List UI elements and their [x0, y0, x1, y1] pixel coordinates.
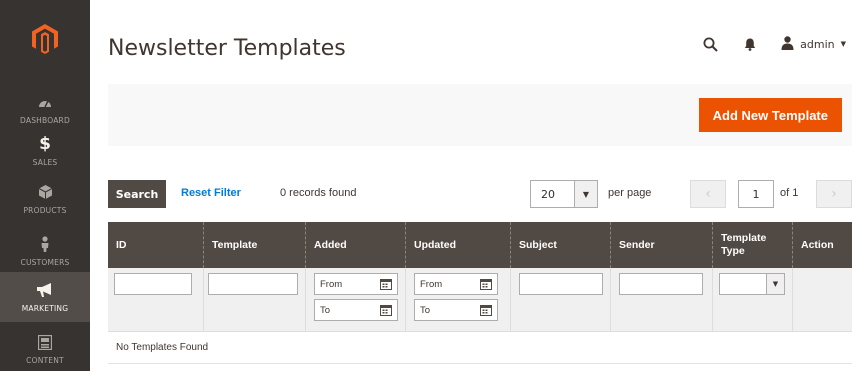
sidebar-item-label: Content [26, 356, 64, 365]
column-header-sender[interactable]: Sender [611, 222, 713, 268]
dashboard-icon [0, 90, 90, 114]
filter-cell-id [108, 268, 204, 331]
filter-cell-template-type: ▼ [713, 268, 793, 331]
sidebar-item-content[interactable]: Content [0, 320, 90, 371]
notifications-bell-icon[interactable] [741, 34, 759, 54]
reset-filter-link[interactable]: Reset Filter [181, 187, 241, 199]
header-actions: admin ▼ [701, 34, 846, 54]
current-page-input[interactable]: 1 [738, 180, 774, 208]
page-count: of 1 [780, 187, 799, 199]
magento-logo[interactable] [0, 0, 90, 78]
sidebar-item-label: Products [23, 206, 67, 215]
per-page-select[interactable]: 20 ▼ [530, 180, 598, 208]
search-icon[interactable] [701, 34, 719, 54]
updated-from-input[interactable]: From [414, 273, 498, 295]
sidebar-item-label: Customers [20, 258, 70, 267]
megaphone-icon [0, 278, 90, 302]
chevron-down-icon: ▼ [766, 274, 784, 294]
date-to-placeholder: To [420, 304, 431, 316]
previous-page-button[interactable]: ‹ [690, 180, 726, 208]
template-filter-input[interactable] [208, 273, 298, 295]
filter-cell-sender [611, 268, 713, 331]
per-page-value: 20 [541, 187, 555, 201]
sidebar-item-label: Marketing [21, 304, 69, 313]
added-from-input[interactable]: From [314, 273, 398, 295]
person-icon [0, 232, 90, 256]
next-page-button[interactable]: › [816, 180, 852, 208]
date-from-placeholder: From [420, 278, 443, 290]
filter-cell-action [793, 268, 852, 331]
filter-cell-template [204, 268, 306, 331]
chevron-left-icon: ‹ [705, 186, 711, 202]
column-header-template-type[interactable]: Template Type [713, 222, 793, 268]
sender-filter-input[interactable] [619, 273, 703, 295]
id-filter-input[interactable] [114, 273, 192, 295]
filter-cell-added: From To [306, 268, 406, 331]
sidebar-item-label: Sales [32, 158, 58, 167]
added-to-input[interactable]: To [314, 299, 398, 321]
calendar-icon[interactable] [479, 277, 493, 291]
admin-sidebar: Dashboard $ Sales Products Customers Mar… [0, 0, 90, 371]
admin-page: Dashboard $ Sales Products Customers Mar… [0, 0, 866, 371]
subject-filter-input[interactable] [519, 273, 603, 295]
per-page-label: per page [608, 187, 652, 199]
content-icon [0, 330, 90, 354]
grid-filter-row: From To From To ▼ [108, 268, 852, 332]
filter-cell-subject [511, 268, 611, 331]
updated-to-input[interactable]: To [414, 299, 498, 321]
chevron-right-icon: › [831, 186, 837, 202]
calendar-icon[interactable] [379, 303, 393, 317]
column-header-id[interactable]: ID [108, 222, 204, 268]
user-icon [781, 35, 794, 53]
admin-account-menu[interactable]: admin ▼ [781, 35, 846, 53]
chevron-down-icon: ▼ [573, 181, 597, 207]
dollar-icon: $ [39, 134, 51, 154]
grid-header-row: ID Template Added Updated Subject Sender… [108, 222, 852, 268]
templates-grid: ID Template Added Updated Subject Sender… [108, 222, 852, 364]
sidebar-item-customers[interactable]: Customers [0, 222, 90, 278]
template-type-filter-select[interactable]: ▼ [719, 273, 785, 295]
date-to-placeholder: To [320, 304, 331, 316]
search-button[interactable]: Search [108, 180, 166, 208]
admin-username: admin [800, 37, 835, 51]
column-header-label: Template Type [721, 232, 767, 257]
page-actions-bar: Add New Template [108, 84, 852, 146]
column-header-template[interactable]: Template [204, 222, 306, 268]
cube-icon [0, 180, 90, 204]
sidebar-item-products[interactable]: Products [0, 170, 90, 226]
column-header-added[interactable]: Added [306, 222, 406, 268]
chevron-down-icon: ▼ [840, 40, 846, 48]
grid-toolbar: Search Reset Filter 0 records found 20 ▼… [108, 180, 852, 208]
page-title: Newsletter Templates [108, 36, 346, 61]
calendar-icon[interactable] [479, 303, 493, 317]
column-header-action: Action [801, 239, 834, 251]
calendar-icon[interactable] [379, 277, 393, 291]
date-from-placeholder: From [320, 278, 343, 290]
sidebar-item-marketing[interactable]: Marketing [0, 272, 90, 322]
filter-cell-updated: From To [406, 268, 511, 331]
column-header-updated[interactable]: Updated [406, 222, 511, 268]
records-found-count: 0 records found [280, 187, 357, 199]
column-header-subject[interactable]: Subject [511, 222, 611, 268]
add-new-template-button[interactable]: Add New Template [698, 98, 842, 132]
empty-grid-message: No Templates Found [108, 332, 852, 364]
